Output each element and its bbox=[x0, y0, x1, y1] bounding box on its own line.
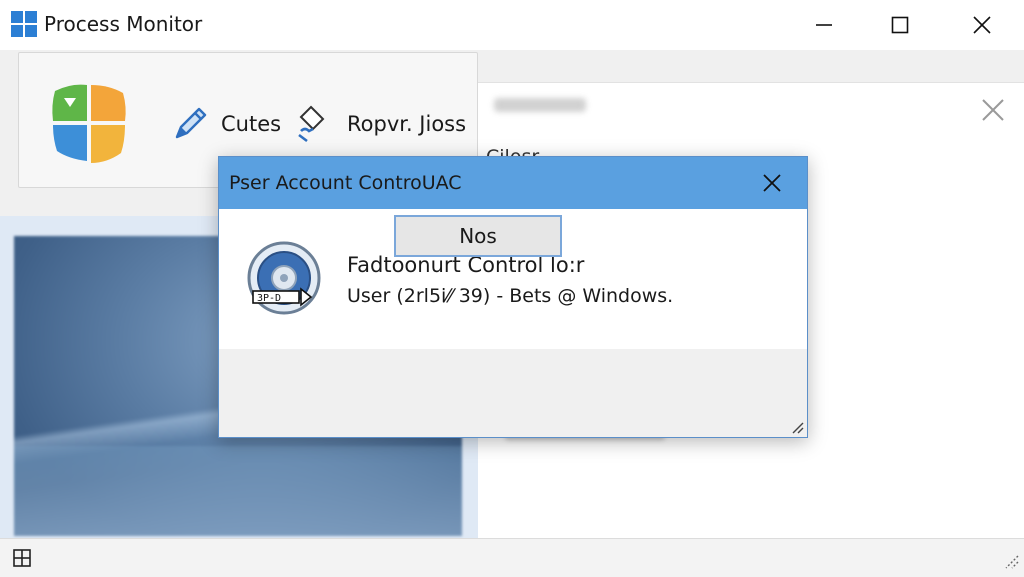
report-tool-button[interactable]: Ropvr. Jioss bbox=[293, 101, 466, 147]
maximize-button[interactable] bbox=[872, 0, 928, 50]
dialog-title-bar: Pser Account ControUAC bbox=[219, 157, 807, 209]
dialog-close-icon[interactable] bbox=[755, 167, 789, 199]
dialog-footer bbox=[219, 349, 807, 437]
pane-close-icon[interactable] bbox=[980, 97, 1006, 123]
status-bar bbox=[0, 538, 1024, 577]
title-bar: Process Monitor bbox=[0, 0, 1024, 50]
svg-text:3P-D: 3P-D bbox=[257, 293, 281, 304]
details-heading-blurred bbox=[494, 98, 586, 112]
dialog-title: Pser Account ControUAC bbox=[229, 172, 462, 194]
uac-dialog: Pser Account ControUAC 3P-D Fadtoonurt C… bbox=[218, 156, 808, 438]
eraser-icon bbox=[298, 105, 325, 143]
report-tool-label: Ropvr. Jioss bbox=[347, 112, 467, 136]
close-button[interactable] bbox=[954, 0, 1010, 50]
cutes-tool-label: Cutes bbox=[221, 112, 282, 136]
window-title: Process Monitor bbox=[44, 12, 203, 36]
resize-grip-icon[interactable] bbox=[1000, 550, 1020, 570]
minimize-icon bbox=[816, 24, 832, 26]
cutes-tool-button[interactable]: Cutes bbox=[167, 101, 281, 147]
close-icon bbox=[973, 16, 991, 34]
shield-disc-icon: 3P-D bbox=[247, 241, 321, 315]
dialog-no-button[interactable]: Nos bbox=[394, 215, 562, 257]
process-monitor-logo-icon bbox=[52, 84, 126, 163]
pencil-icon bbox=[175, 107, 207, 139]
grid-icon[interactable] bbox=[12, 548, 32, 568]
windows-logo-icon bbox=[11, 11, 37, 37]
minimize-button[interactable] bbox=[796, 0, 852, 50]
maximize-icon bbox=[891, 16, 909, 34]
dialog-subtext: User (2rl5i⁄⁄ 39) - Bets @ Windows. bbox=[347, 285, 674, 307]
dialog-resize-grip-icon[interactable] bbox=[790, 420, 804, 434]
